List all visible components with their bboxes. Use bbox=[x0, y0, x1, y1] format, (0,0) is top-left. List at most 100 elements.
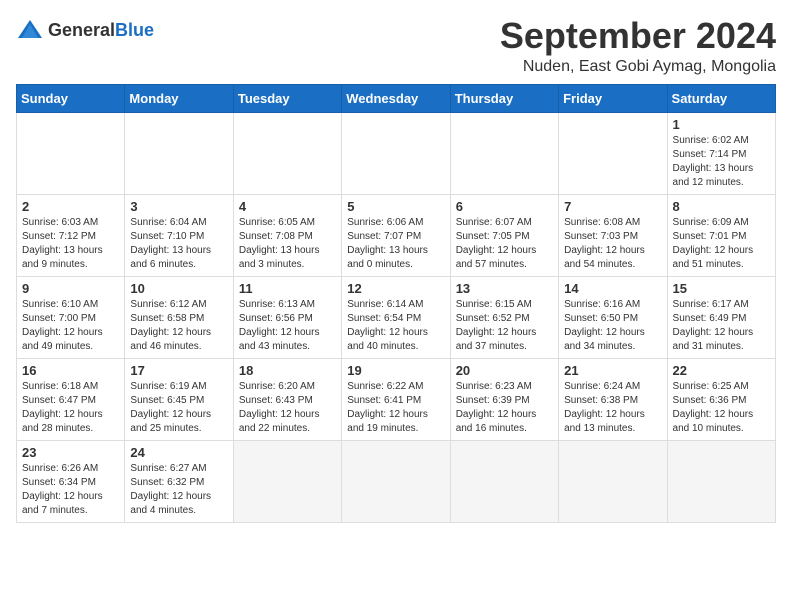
logo-icon bbox=[16, 16, 44, 44]
table-row: 8 Sunrise: 6:09 AMSunset: 7:01 PMDaylight… bbox=[667, 194, 775, 276]
day-number: 19 bbox=[347, 363, 444, 378]
day-number: 16 bbox=[22, 363, 119, 378]
day-info: Sunrise: 6:06 AMSunset: 7:07 PMDaylight:… bbox=[347, 217, 428, 270]
table-row bbox=[667, 440, 775, 522]
table-row: 12 Sunrise: 6:14 AMSunset: 6:54 PMDayligh… bbox=[342, 276, 450, 358]
day-number: 6 bbox=[456, 199, 553, 214]
day-info: Sunrise: 6:16 AMSunset: 6:50 PMDaylight:… bbox=[564, 299, 645, 352]
table-row bbox=[125, 112, 233, 194]
day-number: 17 bbox=[130, 363, 227, 378]
logo: GeneralBlue bbox=[16, 16, 154, 44]
header-thursday: Thursday bbox=[450, 84, 558, 112]
day-info: Sunrise: 6:13 AMSunset: 6:56 PMDaylight:… bbox=[239, 299, 320, 352]
table-row: 15 Sunrise: 6:17 AMSunset: 6:49 PMDayligh… bbox=[667, 276, 775, 358]
logo-general: General bbox=[48, 20, 115, 40]
table-row: 13 Sunrise: 6:15 AMSunset: 6:52 PMDayligh… bbox=[450, 276, 558, 358]
day-number: 18 bbox=[239, 363, 336, 378]
table-row bbox=[233, 112, 341, 194]
table-row bbox=[559, 440, 667, 522]
day-number: 10 bbox=[130, 281, 227, 296]
day-number: 13 bbox=[456, 281, 553, 296]
day-info: Sunrise: 6:12 AMSunset: 6:58 PMDaylight:… bbox=[130, 299, 211, 352]
table-row: 22 Sunrise: 6:25 AMSunset: 6:36 PMDayligh… bbox=[667, 358, 775, 440]
header-wednesday: Wednesday bbox=[342, 84, 450, 112]
day-number: 22 bbox=[673, 363, 770, 378]
table-row: 5 Sunrise: 6:06 AMSunset: 7:07 PMDaylight… bbox=[342, 194, 450, 276]
day-info: Sunrise: 6:24 AMSunset: 6:38 PMDaylight:… bbox=[564, 381, 645, 434]
day-info: Sunrise: 6:07 AMSunset: 7:05 PMDaylight:… bbox=[456, 217, 537, 270]
location-title: Nuden, East Gobi Aymag, Mongolia bbox=[500, 58, 776, 76]
table-row bbox=[450, 112, 558, 194]
table-row bbox=[559, 112, 667, 194]
day-number: 5 bbox=[347, 199, 444, 214]
day-number: 23 bbox=[22, 445, 119, 460]
day-info: Sunrise: 6:19 AMSunset: 6:45 PMDaylight:… bbox=[130, 381, 211, 434]
day-number: 12 bbox=[347, 281, 444, 296]
table-row: 7 Sunrise: 6:08 AMSunset: 7:03 PMDaylight… bbox=[559, 194, 667, 276]
day-info: Sunrise: 6:18 AMSunset: 6:47 PMDaylight:… bbox=[22, 381, 103, 434]
header-saturday: Saturday bbox=[667, 84, 775, 112]
table-row bbox=[233, 440, 341, 522]
day-info: Sunrise: 6:10 AMSunset: 7:00 PMDaylight:… bbox=[22, 299, 103, 352]
day-number: 14 bbox=[564, 281, 661, 296]
title-area: September 2024 Nuden, East Gobi Aymag, M… bbox=[500, 16, 776, 76]
table-row: 16 Sunrise: 6:18 AMSunset: 6:47 PMDayligh… bbox=[17, 358, 125, 440]
table-row: 6 Sunrise: 6:07 AMSunset: 7:05 PMDaylight… bbox=[450, 194, 558, 276]
table-row: 9 Sunrise: 6:10 AMSunset: 7:00 PMDaylight… bbox=[17, 276, 125, 358]
day-info: Sunrise: 6:08 AMSunset: 7:03 PMDaylight:… bbox=[564, 217, 645, 270]
day-info: Sunrise: 6:05 AMSunset: 7:08 PMDaylight:… bbox=[239, 217, 320, 270]
day-number: 4 bbox=[239, 199, 336, 214]
table-row: 19 Sunrise: 6:22 AMSunset: 6:41 PMDayligh… bbox=[342, 358, 450, 440]
day-info: Sunrise: 6:22 AMSunset: 6:41 PMDaylight:… bbox=[347, 381, 428, 434]
day-info: Sunrise: 6:02 AMSunset: 7:14 PMDaylight:… bbox=[673, 135, 754, 188]
day-info: Sunrise: 6:09 AMSunset: 7:01 PMDaylight:… bbox=[673, 217, 754, 270]
header-monday: Monday bbox=[125, 84, 233, 112]
day-number: 15 bbox=[673, 281, 770, 296]
calendar: Sunday Monday Tuesday Wednesday Thursday… bbox=[16, 84, 776, 523]
day-info: Sunrise: 6:04 AMSunset: 7:10 PMDaylight:… bbox=[130, 217, 211, 270]
day-info: Sunrise: 6:27 AMSunset: 6:32 PMDaylight:… bbox=[130, 463, 211, 516]
day-info: Sunrise: 6:03 AMSunset: 7:12 PMDaylight:… bbox=[22, 217, 103, 270]
day-number: 20 bbox=[456, 363, 553, 378]
page-header: GeneralBlue September 2024 Nuden, East G… bbox=[16, 16, 776, 76]
header-friday: Friday bbox=[559, 84, 667, 112]
table-row: 4 Sunrise: 6:05 AMSunset: 7:08 PMDaylight… bbox=[233, 194, 341, 276]
weekday-header-row: Sunday Monday Tuesday Wednesday Thursday… bbox=[17, 84, 776, 112]
table-row: 11 Sunrise: 6:13 AMSunset: 6:56 PMDayligh… bbox=[233, 276, 341, 358]
table-row bbox=[342, 112, 450, 194]
day-number: 21 bbox=[564, 363, 661, 378]
header-tuesday: Tuesday bbox=[233, 84, 341, 112]
day-number: 2 bbox=[22, 199, 119, 214]
day-number: 11 bbox=[239, 281, 336, 296]
table-row: 24 Sunrise: 6:27 AMSunset: 6:32 PMDayligh… bbox=[125, 440, 233, 522]
day-number: 1 bbox=[673, 117, 770, 132]
table-row: 2 Sunrise: 6:03 AMSunset: 7:12 PMDaylight… bbox=[17, 194, 125, 276]
month-title: September 2024 bbox=[500, 16, 776, 56]
header-sunday: Sunday bbox=[17, 84, 125, 112]
day-info: Sunrise: 6:15 AMSunset: 6:52 PMDaylight:… bbox=[456, 299, 537, 352]
day-info: Sunrise: 6:20 AMSunset: 6:43 PMDaylight:… bbox=[239, 381, 320, 434]
table-row: 14 Sunrise: 6:16 AMSunset: 6:50 PMDayligh… bbox=[559, 276, 667, 358]
table-row: 3 Sunrise: 6:04 AMSunset: 7:10 PMDaylight… bbox=[125, 194, 233, 276]
day-number: 7 bbox=[564, 199, 661, 214]
day-number: 3 bbox=[130, 199, 227, 214]
table-row: 1 Sunrise: 6:02 AMSunset: 7:14 PMDaylight… bbox=[667, 112, 775, 194]
day-info: Sunrise: 6:14 AMSunset: 6:54 PMDaylight:… bbox=[347, 299, 428, 352]
table-row: 23 Sunrise: 6:26 AMSunset: 6:34 PMDayligh… bbox=[17, 440, 125, 522]
table-row bbox=[17, 112, 125, 194]
table-row: 21 Sunrise: 6:24 AMSunset: 6:38 PMDayligh… bbox=[559, 358, 667, 440]
table-row: 18 Sunrise: 6:20 AMSunset: 6:43 PMDayligh… bbox=[233, 358, 341, 440]
day-number: 24 bbox=[130, 445, 227, 460]
day-number: 9 bbox=[22, 281, 119, 296]
table-row bbox=[342, 440, 450, 522]
day-info: Sunrise: 6:26 AMSunset: 6:34 PMDaylight:… bbox=[22, 463, 103, 516]
logo-blue: Blue bbox=[115, 20, 154, 40]
day-info: Sunrise: 6:25 AMSunset: 6:36 PMDaylight:… bbox=[673, 381, 754, 434]
table-row: 10 Sunrise: 6:12 AMSunset: 6:58 PMDayligh… bbox=[125, 276, 233, 358]
day-info: Sunrise: 6:23 AMSunset: 6:39 PMDaylight:… bbox=[456, 381, 537, 434]
day-info: Sunrise: 6:17 AMSunset: 6:49 PMDaylight:… bbox=[673, 299, 754, 352]
table-row: 20 Sunrise: 6:23 AMSunset: 6:39 PMDayligh… bbox=[450, 358, 558, 440]
table-row: 17 Sunrise: 6:19 AMSunset: 6:45 PMDayligh… bbox=[125, 358, 233, 440]
table-row bbox=[450, 440, 558, 522]
day-number: 8 bbox=[673, 199, 770, 214]
